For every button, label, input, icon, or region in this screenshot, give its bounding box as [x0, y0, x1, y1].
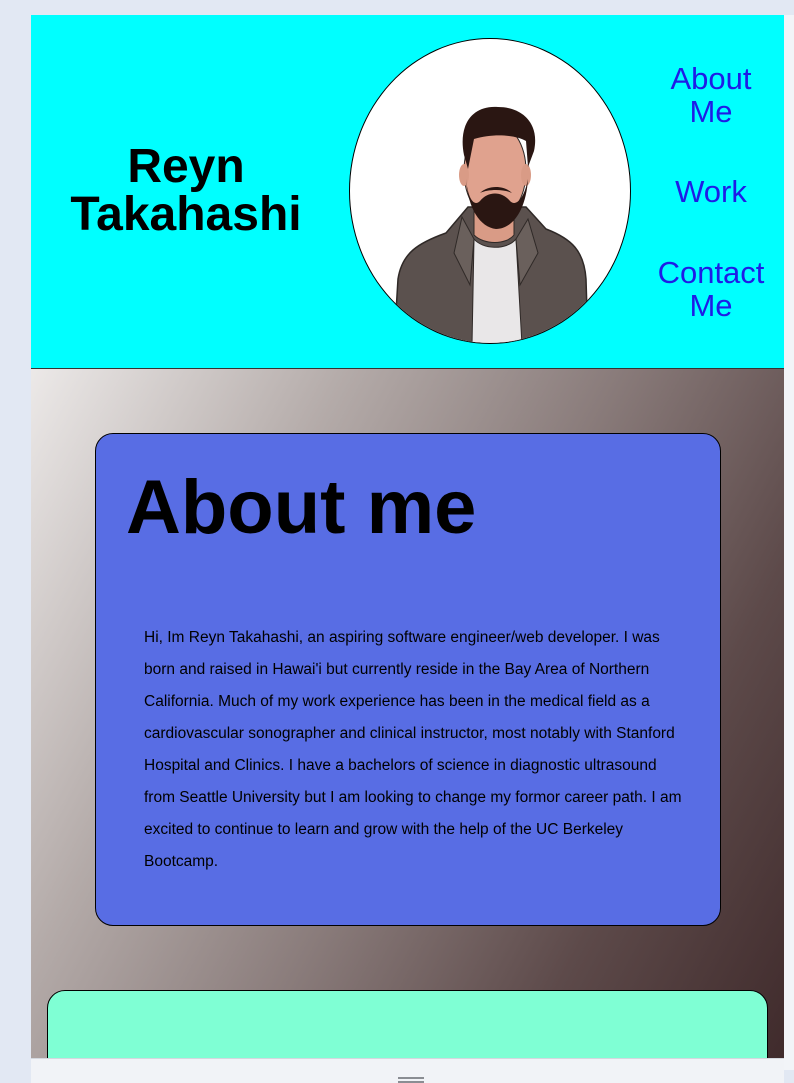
person-portrait-icon [393, 106, 589, 343]
nav-link-about-me[interactable]: About Me [645, 62, 777, 128]
site-name: Reyn Takahashi [70, 140, 302, 241]
window-edge [784, 15, 794, 1070]
grip-handle-icon[interactable] [398, 1077, 424, 1083]
about-body: Hi, Im Reyn Takahashi, an aspiring softw… [144, 629, 682, 870]
avatar [349, 38, 631, 344]
bottom-scroll-area [31, 1058, 784, 1083]
main-content: About me Hi, Im Reyn Takahashi, an aspir… [31, 369, 784, 1070]
page: Reyn Takahashi About Me Work Contact Me … [31, 15, 784, 1070]
about-title: About me [126, 465, 477, 550]
nav-link-contact-me[interactable]: Contact Me [645, 256, 777, 322]
nav-link-work[interactable]: Work [645, 175, 777, 208]
about-section: About me Hi, Im Reyn Takahashi, an aspir… [95, 433, 721, 926]
site-header: Reyn Takahashi About Me Work Contact Me [31, 15, 784, 369]
